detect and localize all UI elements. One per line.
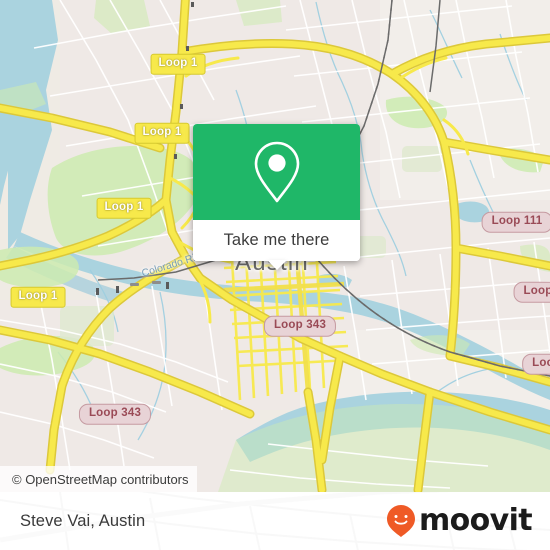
take-me-there-button[interactable]: Take me there xyxy=(193,220,360,261)
moovit-logo: moovit xyxy=(385,503,533,538)
location-title: Steve Vai, Austin xyxy=(20,511,146,530)
footer-bar: Steve Vai, Austin moovit xyxy=(0,492,550,550)
popup-icon-area xyxy=(193,124,360,220)
map-viewport[interactable]: Colorado River Austin Loop 1 Loop 1 Loop… xyxy=(0,0,550,492)
road-shield-loop-right[interactable]: Loop xyxy=(513,281,550,303)
road-shield-loop-1-mid[interactable]: Loop 1 xyxy=(134,122,190,144)
take-me-there-label: Take me there xyxy=(223,231,330,249)
location-pin-icon xyxy=(254,141,299,203)
road-shield-loop-1-left[interactable]: Loop 1 xyxy=(10,286,66,308)
road-shield-loop-right-lower[interactable]: Loo xyxy=(522,353,550,375)
road-shield-loop-343-mid[interactable]: Loop 343 xyxy=(263,315,337,337)
destination-popup-card[interactable]: Take me there xyxy=(193,124,360,270)
road-shield-loop-1-top[interactable]: Loop 1 xyxy=(150,53,206,75)
popup-pointer-tail xyxy=(266,260,287,270)
road-shield-loop-111[interactable]: Loop 111 xyxy=(481,211,550,233)
moovit-pin-icon xyxy=(386,505,415,537)
road-shield-loop-343-lower[interactable]: Loop 343 xyxy=(78,403,152,425)
road-shield-loop-1-lower[interactable]: Loop 1 xyxy=(96,197,152,219)
moovit-map-screen: Colorado River Austin Loop 1 Loop 1 Loop… xyxy=(0,0,550,550)
moovit-wordmark: moovit xyxy=(418,503,533,538)
map-attribution[interactable]: © OpenStreetMap contributors xyxy=(0,466,197,492)
attribution-text: © OpenStreetMap contributors xyxy=(12,471,189,487)
